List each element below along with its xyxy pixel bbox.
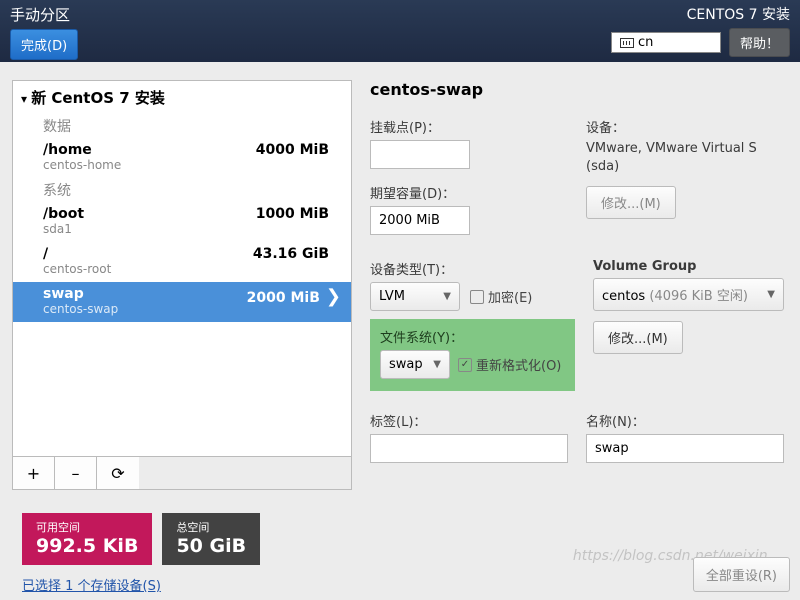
tag-label: 标签(L)： <box>370 411 568 430</box>
partition-detail-title: centos-swap <box>370 80 784 99</box>
tag-input[interactable] <box>370 434 568 463</box>
partition-swap[interactable]: swapcentos-swap 2000 MiB❯ <box>13 282 351 322</box>
vg-select[interactable]: centos (4096 KiB 空闲) ▼ <box>593 278 784 311</box>
device-text: VMware, VMware Virtual S (sda) <box>586 140 784 176</box>
available-space-box: 可用空间 992.5 KiB <box>22 513 152 565</box>
done-button[interactable]: 完成(D) <box>10 29 78 60</box>
section-system: 系统 <box>13 178 351 202</box>
partition-home[interactable]: /homecentos-home 4000 MiB <box>13 138 351 178</box>
devtype-label: 设备类型(T)： <box>370 259 575 278</box>
language-selector[interactable]: cn <box>611 32 721 53</box>
capacity-label: 期望容量(D)： <box>370 183 568 202</box>
name-label: 名称(N)： <box>586 411 784 430</box>
installer-title: CENTOS 7 安装 <box>611 4 790 24</box>
vg-label: Volume Group <box>593 259 784 274</box>
name-input[interactable] <box>586 434 784 463</box>
reload-button[interactable]: ⟳ <box>97 457 139 489</box>
filesystem-label: 文件系统(Y)： <box>380 327 565 346</box>
encrypt-checkbox[interactable] <box>470 290 484 304</box>
reset-all-button[interactable]: 全部重设(R) <box>693 557 790 592</box>
partition-root[interactable]: /centos-root 43.16 GiB <box>13 242 351 282</box>
device-label: 设备： <box>586 117 784 136</box>
partition-boot[interactable]: /bootsda1 1000 MiB <box>13 202 351 242</box>
add-partition-button[interactable]: + <box>13 457 55 489</box>
mount-label: 挂载点(P)： <box>370 117 568 136</box>
devtype-select[interactable]: LVM▼ <box>370 282 460 311</box>
reformat-checkbox[interactable]: ✓ <box>458 358 472 372</box>
mount-input[interactable] <box>370 140 470 169</box>
device-modify-button[interactable]: 修改...(M) <box>586 186 676 219</box>
filesystem-select[interactable]: swap▼ <box>380 350 450 379</box>
chevron-down-icon: ▼ <box>767 289 775 300</box>
keyboard-icon <box>620 38 634 48</box>
total-space-box: 总空间 50 GiB <box>162 513 260 565</box>
section-data: 数据 <box>13 114 351 138</box>
storage-devices-link[interactable]: 已选择 1 个存储设备(S) <box>22 575 161 594</box>
vg-modify-button[interactable]: 修改...(M) <box>593 321 683 354</box>
page-title: 手动分区 <box>10 4 78 25</box>
encrypt-label: 加密(E) <box>488 287 532 306</box>
tree-root[interactable]: 新 CentOS 7 安装 <box>13 81 351 114</box>
language-value: cn <box>638 35 653 50</box>
reformat-label: 重新格式化(O) <box>476 355 561 374</box>
chevron-down-icon: ▼ <box>433 359 441 370</box>
chevron-down-icon: ▼ <box>443 291 451 302</box>
help-button[interactable]: 帮助！ <box>729 28 790 57</box>
remove-partition-button[interactable]: – <box>55 457 97 489</box>
capacity-input[interactable] <box>370 206 470 235</box>
chevron-right-icon: ❯ <box>326 286 341 307</box>
